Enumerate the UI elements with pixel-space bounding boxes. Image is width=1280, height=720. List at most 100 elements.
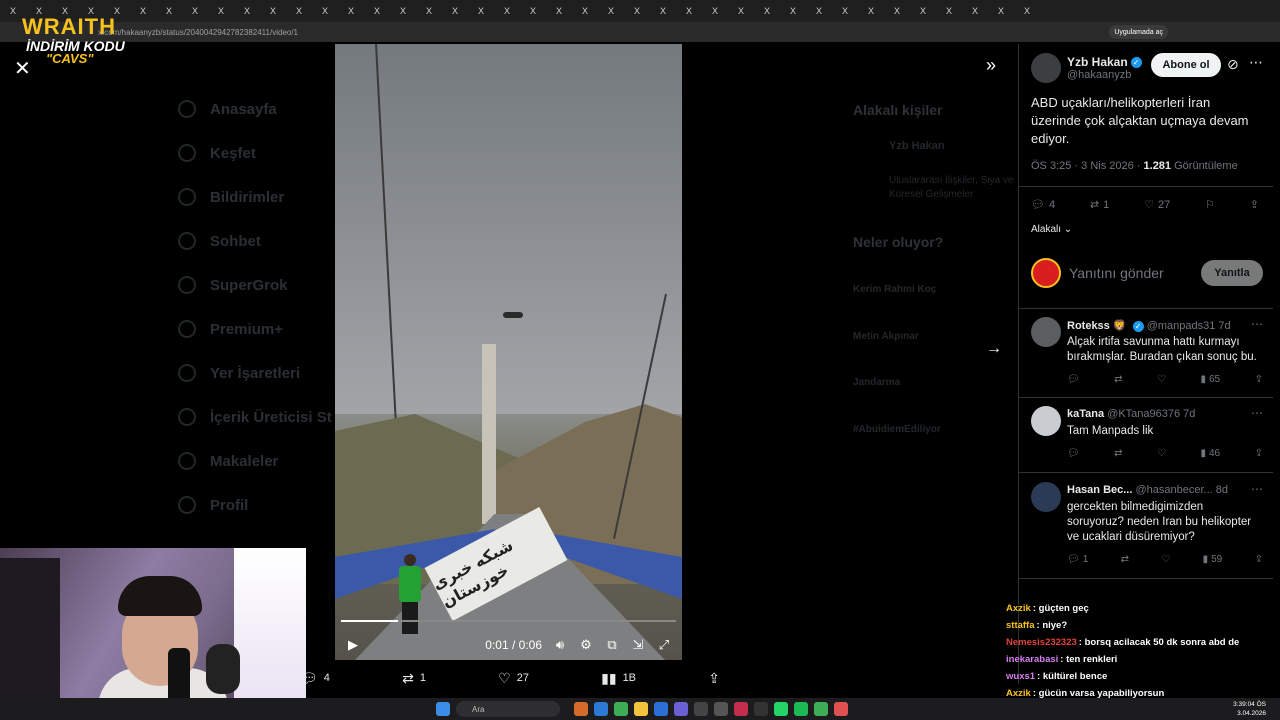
- browser-tab[interactable]: X: [157, 3, 181, 19]
- reply-author-handle[interactable]: @KTana96376: [1107, 408, 1180, 420]
- pop-out-icon[interactable]: ⇲: [630, 637, 646, 653]
- avatar[interactable]: [1031, 406, 1061, 436]
- play-icon[interactable]: ▶: [345, 637, 361, 653]
- browser-tab[interactable]: X: [183, 3, 207, 19]
- app-icon[interactable]: [714, 702, 728, 716]
- chrome-icon[interactable]: [614, 702, 628, 716]
- reply-author-name[interactable]: Hasan Bec...: [1067, 484, 1132, 496]
- browser-tab[interactable]: X: [833, 3, 857, 19]
- browser-tab[interactable]: X: [911, 3, 935, 19]
- avatar[interactable]: [1031, 317, 1061, 347]
- spotify-icon[interactable]: [794, 702, 808, 716]
- repost-icon[interactable]: ⇄: [1114, 374, 1122, 385]
- browser-tab[interactable]: X: [313, 3, 337, 19]
- browser-tab[interactable]: X: [235, 3, 259, 19]
- app-icon[interactable]: [574, 702, 588, 716]
- folder-icon[interactable]: [634, 702, 648, 716]
- tweet-date[interactable]: 3 Nis 2026: [1081, 160, 1134, 172]
- browser-tab[interactable]: X: [287, 3, 311, 19]
- browser-tab[interactable]: X: [391, 3, 415, 19]
- browser-tab[interactable]: X: [365, 3, 389, 19]
- whatsapp-icon[interactable]: [774, 702, 788, 716]
- start-icon[interactable]: [436, 702, 450, 716]
- video-player[interactable]: شبکه خبری خوزستان ▶ 0:01 / 0:06 🔊︎ ⚙ ⧉ ⇲…: [335, 44, 682, 660]
- browser-tab[interactable]: X: [651, 3, 675, 19]
- grok-icon[interactable]: ⊘: [1227, 56, 1239, 73]
- views-action[interactable]: ▮▮ 1B: [601, 670, 636, 687]
- share-action[interactable]: ⇪: [1250, 198, 1259, 211]
- reply-icon[interactable]: 💬︎: [1067, 448, 1080, 459]
- browser-tab[interactable]: X: [417, 3, 441, 19]
- browser-tab[interactable]: X: [261, 3, 285, 19]
- author-name[interactable]: Yzb Hakan: [1067, 55, 1128, 69]
- browser-tab[interactable]: X: [573, 3, 597, 19]
- repost-action[interactable]: ⇄ 1: [402, 670, 426, 687]
- bookmark-action[interactable]: ⚐: [1205, 198, 1215, 211]
- volume-icon[interactable]: 🔊︎: [552, 637, 568, 653]
- app-icon[interactable]: [834, 702, 848, 716]
- chat-username[interactable]: Nemesis232323: [1006, 637, 1077, 648]
- fullscreen-icon[interactable]: ⤢: [656, 637, 672, 653]
- browser-tab[interactable]: X: [443, 3, 467, 19]
- author-handle[interactable]: @hakaanyzb: [1067, 69, 1142, 81]
- browser-tab[interactable]: X: [209, 3, 233, 19]
- next-media-icon[interactable]: →: [986, 340, 1002, 358]
- browser-tab[interactable]: X: [989, 3, 1013, 19]
- reply-author-name[interactable]: Rotekss 🦁: [1067, 320, 1127, 332]
- more-options-icon[interactable]: ⋯: [1251, 317, 1263, 331]
- chrome-icon[interactable]: [814, 702, 828, 716]
- app-icon[interactable]: [694, 702, 708, 716]
- reply-action[interactable]: 💬︎ 1: [1067, 554, 1088, 565]
- share-icon[interactable]: ⇪: [1255, 554, 1263, 565]
- browser-tab[interactable]: X: [755, 3, 779, 19]
- browser-tab[interactable]: X: [521, 3, 545, 19]
- app-icon[interactable]: [734, 702, 748, 716]
- chat-username[interactable]: sttaffa: [1006, 620, 1035, 631]
- reply-icon[interactable]: 💬︎: [1067, 374, 1080, 385]
- browser-tab[interactable]: X: [469, 3, 493, 19]
- browser-tab[interactable]: X: [729, 3, 753, 19]
- avatar[interactable]: [1031, 482, 1061, 512]
- share-action[interactable]: ⇪: [708, 670, 720, 687]
- collapse-panel-icon[interactable]: »: [986, 55, 996, 76]
- share-icon[interactable]: ⇪: [1255, 374, 1263, 385]
- video-progress-bar[interactable]: [341, 620, 676, 622]
- reply-button[interactable]: Yanıtla: [1201, 260, 1263, 286]
- reply-author-handle[interactable]: @hasanbecer...: [1135, 484, 1212, 496]
- share-icon[interactable]: ⇪: [1255, 448, 1263, 459]
- reply-author-handle[interactable]: @manpads31: [1147, 320, 1216, 332]
- browser-tab[interactable]: X: [937, 3, 961, 19]
- browser-tab[interactable]: X: [599, 3, 623, 19]
- app-icon[interactable]: [654, 702, 668, 716]
- more-options-icon[interactable]: ⋯: [1249, 54, 1263, 71]
- browser-tab[interactable]: X: [495, 3, 519, 19]
- more-options-icon[interactable]: ⋯: [1251, 482, 1263, 496]
- address-bar[interactable]: x.com/hakaanyzb/status/20400429427823824…: [0, 22, 1280, 42]
- views-action[interactable]: ▮ 59: [1203, 554, 1223, 565]
- taskbar-search[interactable]: Ara: [456, 701, 560, 717]
- views-action[interactable]: ▮ 65: [1200, 374, 1220, 385]
- chat-username[interactable]: wuxs1: [1006, 671, 1035, 682]
- heart-icon[interactable]: ♡: [1157, 448, 1166, 459]
- settings-icon[interactable]: ⚙: [578, 637, 594, 653]
- chat-username[interactable]: Axzik: [1006, 603, 1031, 614]
- follow-button[interactable]: Abone ol: [1151, 53, 1221, 77]
- tweet-time[interactable]: ÖS 3:25: [1031, 160, 1071, 172]
- like-action[interactable]: ♡ 27: [1144, 198, 1170, 212]
- browser-tab[interactable]: X: [807, 3, 831, 19]
- browser-tab[interactable]: X: [781, 3, 805, 19]
- sort-dropdown[interactable]: Alakalı ⌄: [1031, 224, 1072, 235]
- picture-in-picture-icon[interactable]: ⧉: [604, 637, 620, 653]
- open-in-app-button[interactable]: Uygulamada aç: [1109, 25, 1168, 39]
- browser-tab[interactable]: X: [677, 3, 701, 19]
- app-icon[interactable]: [594, 702, 608, 716]
- browser-tab[interactable]: X: [703, 3, 727, 19]
- chat-username[interactable]: inekarabasi: [1006, 654, 1058, 665]
- taskbar-clock[interactable]: 3:39:04 ÖS 3.04.2026: [1233, 700, 1266, 718]
- browser-tab[interactable]: X: [885, 3, 909, 19]
- browser-tab[interactable]: X: [859, 3, 883, 19]
- reply-input[interactable]: Yanıtını gönder: [1069, 265, 1164, 281]
- repost-icon[interactable]: ⇄: [1114, 448, 1122, 459]
- browser-tab[interactable]: X: [1015, 3, 1039, 19]
- views-action[interactable]: ▮ 46: [1200, 448, 1220, 459]
